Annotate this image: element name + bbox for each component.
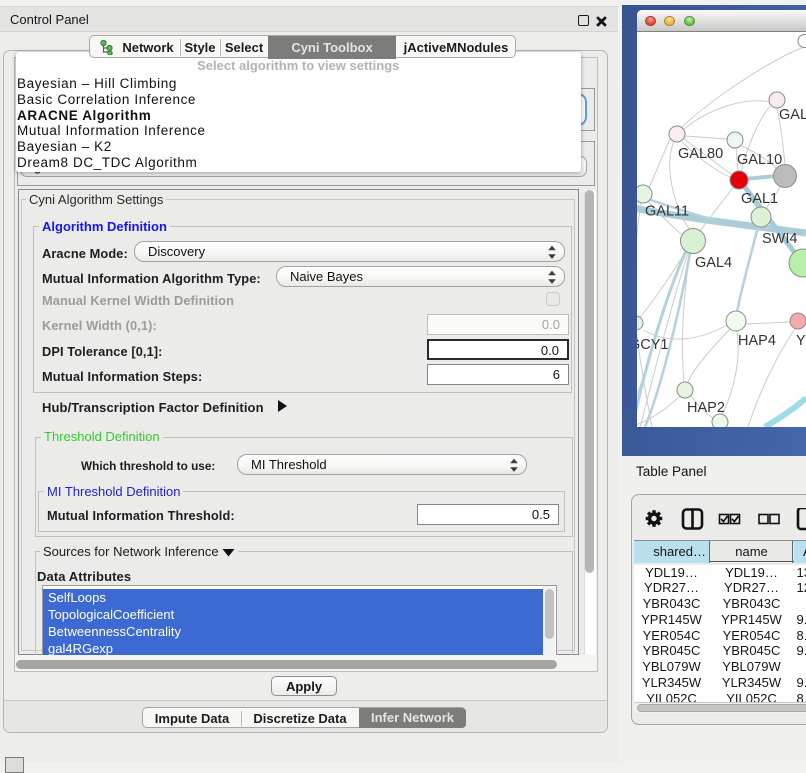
- svg-text:GAL80: GAL80: [678, 146, 723, 162]
- svg-text:GAL11: GAL11: [645, 204, 689, 220]
- svg-text:Y: Y: [796, 333, 806, 349]
- svg-text:GAL: GAL: [779, 107, 806, 123]
- svg-text:SWI4: SWI4: [762, 231, 797, 247]
- svg-text:HAP2: HAP2: [687, 400, 725, 416]
- svg-text:HAP4: HAP4: [738, 333, 776, 349]
- svg-text:GCY1: GCY1: [637, 337, 669, 353]
- svg-text:GAL4: GAL4: [695, 255, 732, 271]
- svg-text:GAL1: GAL1: [741, 191, 778, 207]
- svg-text:GAL10: GAL10: [737, 152, 782, 168]
